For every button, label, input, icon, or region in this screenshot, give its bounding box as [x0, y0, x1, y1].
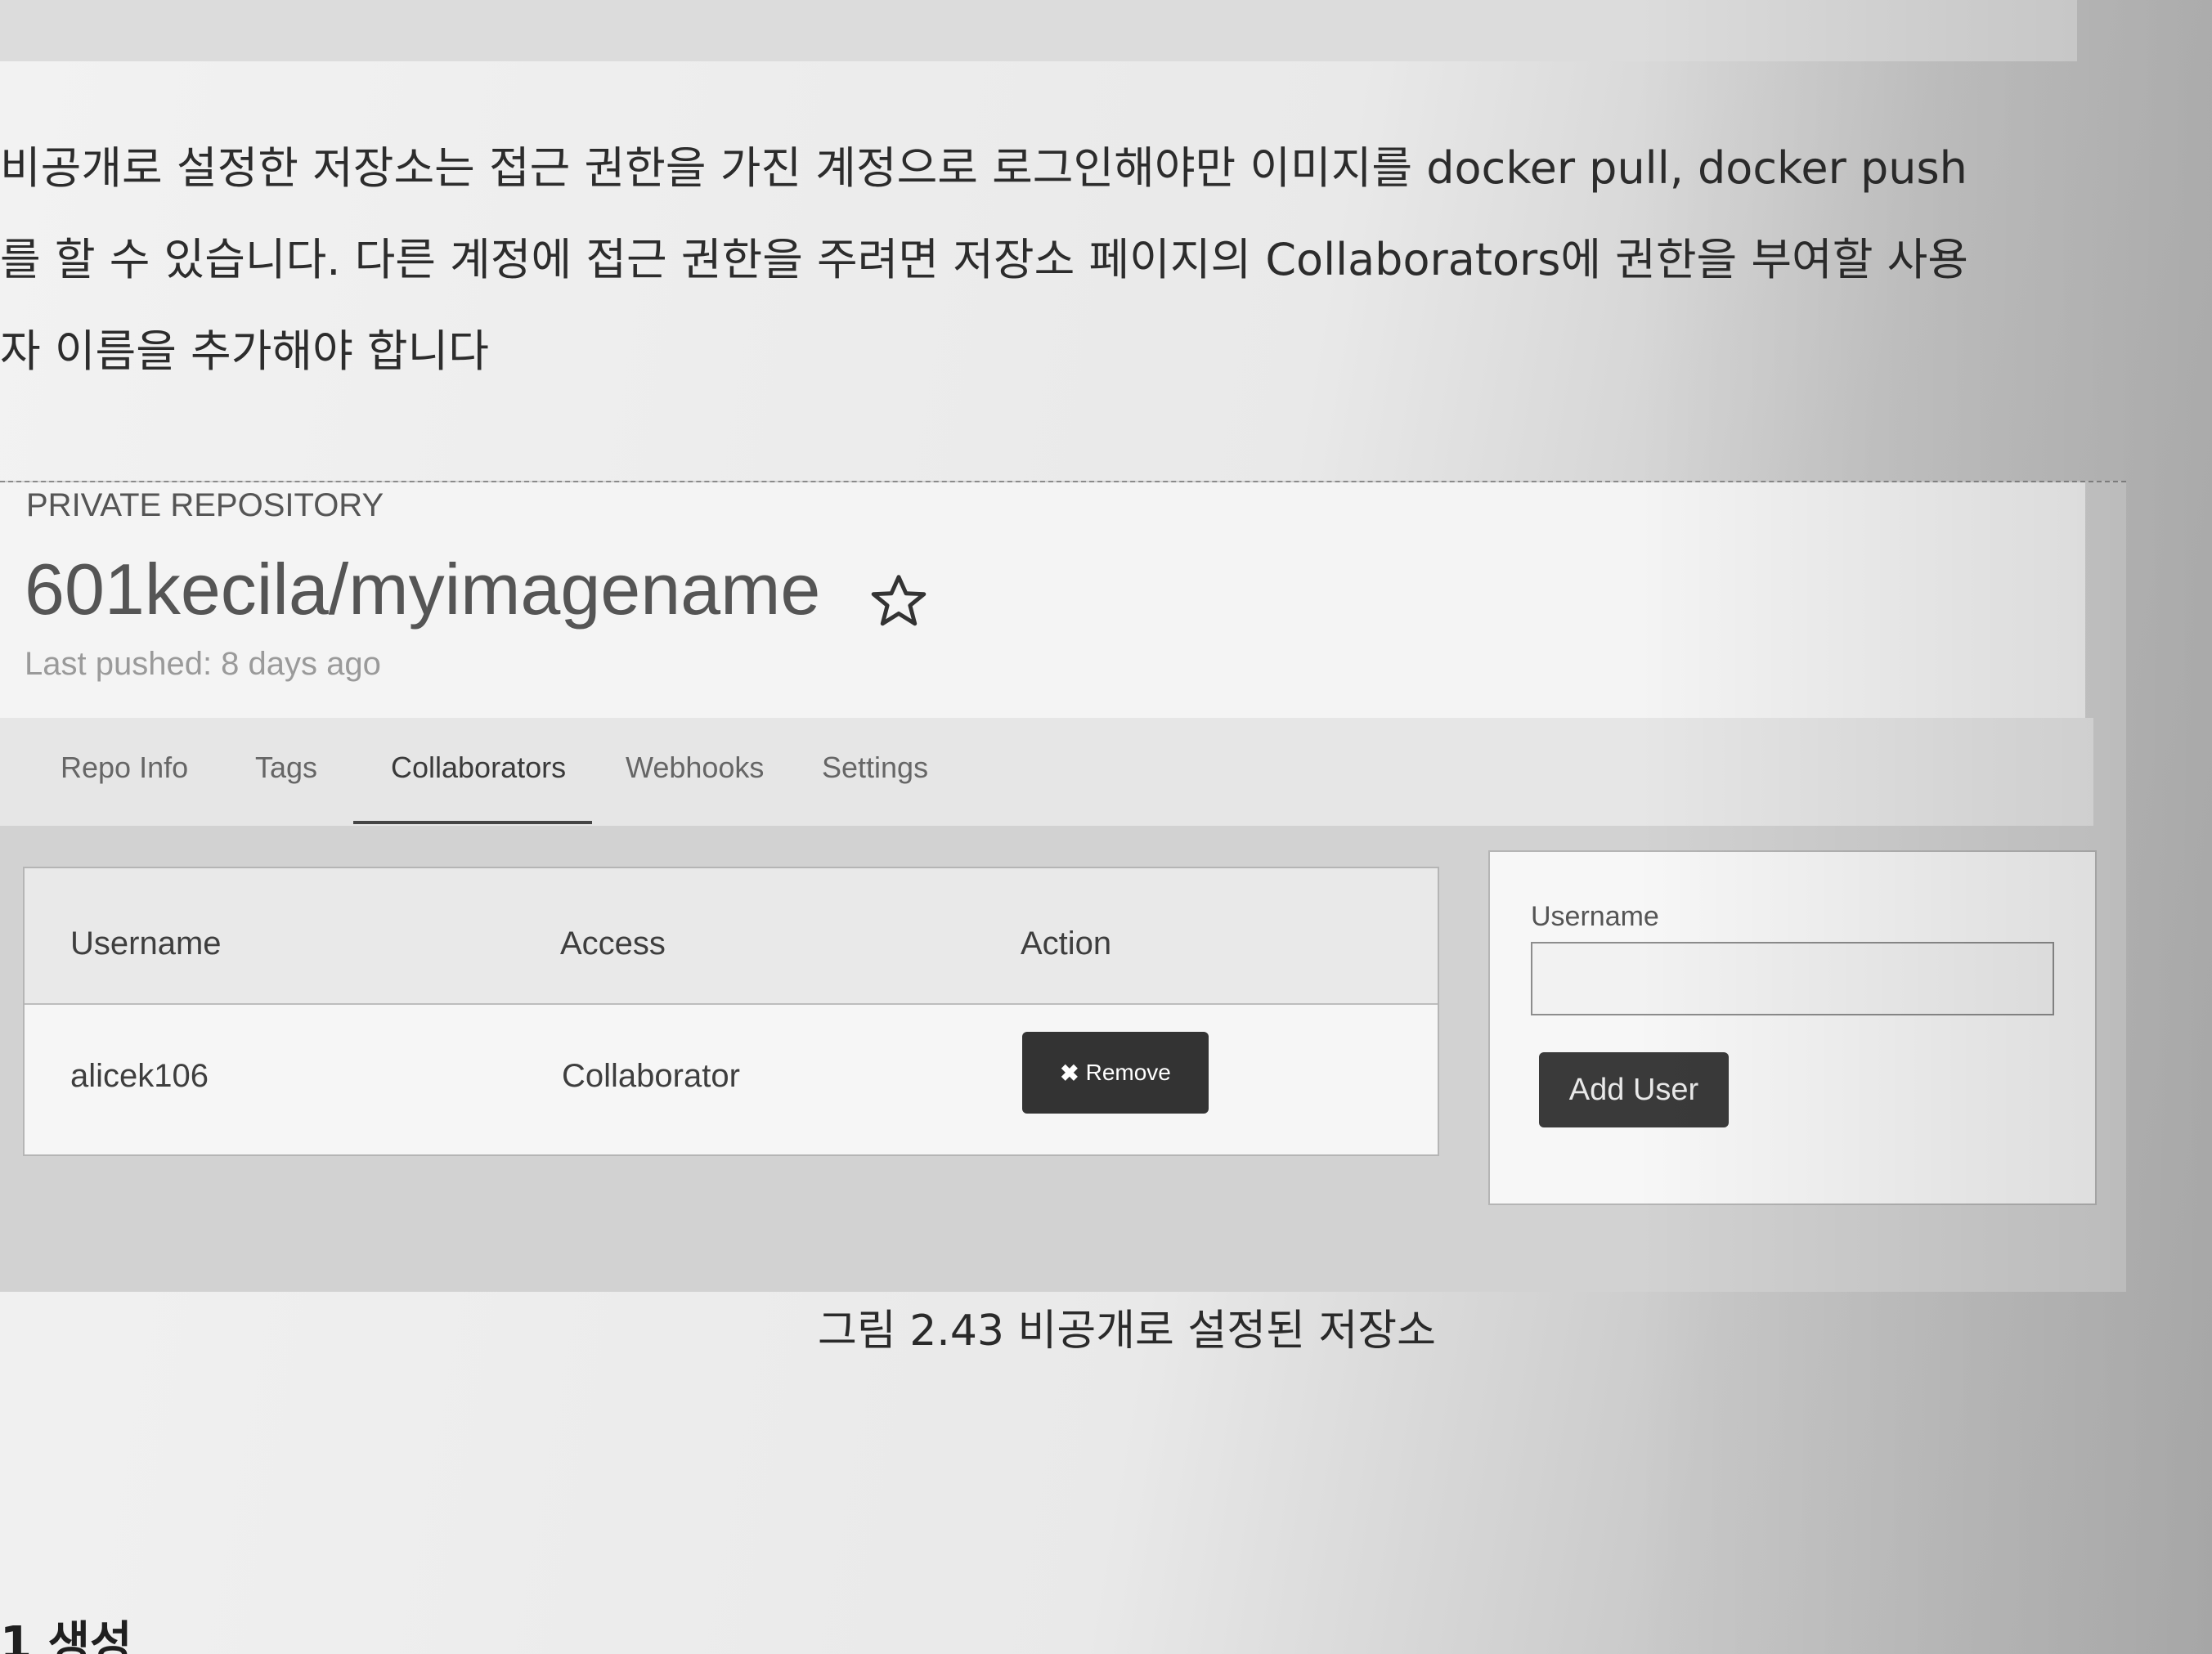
book-page: 비공개로 설정한 저장소는 접근 권한을 가진 계정으로 로그인해야만 이미지를… [0, 0, 2212, 1654]
paragraph-line: 비공개로 설정한 저장소는 접근 권한을 가진 계정으로 로그인해야만 이미지를… [0, 142, 1967, 194]
paragraph-line: 자 이름을 추가해야 합니다 [0, 325, 489, 377]
last-pushed-text: Last pushed: 8 days ago [25, 646, 381, 682]
figure-caption: 그림 2.43 비공개로 설정된 저장소 [818, 1307, 1436, 1356]
tab-settings[interactable]: Settings [822, 751, 928, 785]
table-header: Username Access Action [25, 868, 1438, 1005]
column-header-username: Username [70, 926, 222, 961]
add-user-button[interactable]: Add User [1539, 1052, 1729, 1127]
repo-tabs: Repo Info Tags Collaborators Webhooks Se… [0, 718, 2093, 826]
repo-type-label: PRIVATE REPOSITORY [26, 487, 384, 523]
collaborators-table: Username Access Action alicek106 Collabo… [23, 867, 1439, 1156]
tab-webhooks[interactable]: Webhooks [626, 751, 764, 785]
body-paragraph: 비공개로 설정한 저장소는 접근 권한을 가진 계정으로 로그인해야만 이미지를… [0, 123, 2077, 397]
repo-name: 601kecila/myimagename [25, 549, 821, 630]
tab-collaborators[interactable]: Collaborators [391, 751, 566, 785]
add-collaborator-panel: Username Add User [1488, 850, 2097, 1205]
column-header-action: Action [1021, 926, 1112, 961]
tab-tags[interactable]: Tags [255, 751, 317, 785]
repo-title: 601kecila/myimagename [25, 548, 929, 631]
remove-button[interactable]: ✖ Remove [1022, 1032, 1209, 1114]
repo-header: PRIVATE REPOSITORY 601kecila/myimagename… [0, 482, 2085, 720]
username-field-label: Username [1531, 901, 1659, 932]
remove-button-label: Remove [1085, 1060, 1171, 1085]
x-icon: ✖ [1060, 1060, 1079, 1086]
section-heading: 1 생성 [0, 1617, 132, 1654]
column-header-access: Access [560, 926, 666, 961]
page-top-strip [0, 0, 2077, 61]
username-input[interactable] [1531, 942, 2054, 1015]
paragraph-line: 를 할 수 있습니다. 다른 계정에 접근 권한을 주려면 저장소 페이지의 C… [0, 234, 1968, 285]
cell-username: alicek106 [70, 1058, 209, 1094]
star-icon[interactable] [868, 565, 929, 625]
tab-repo-info[interactable]: Repo Info [61, 751, 188, 785]
screenshot-figure: PRIVATE REPOSITORY 601kecila/myimagename… [0, 481, 2126, 1292]
active-tab-indicator [353, 821, 592, 824]
cell-access: Collaborator [562, 1058, 740, 1094]
